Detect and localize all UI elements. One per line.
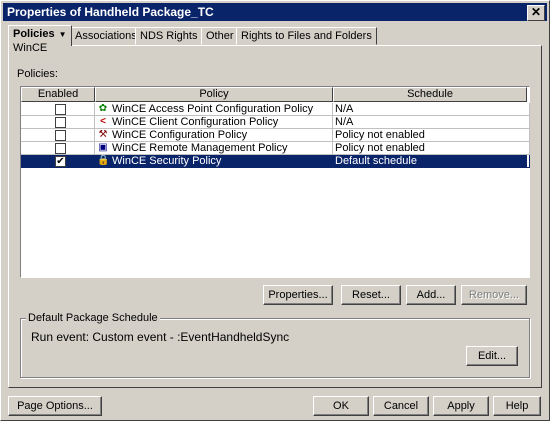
client-config-icon: <	[100, 116, 106, 127]
reset-button[interactable]: Reset...	[341, 285, 401, 305]
policy-cell: ▣ WinCE Remote Management Policy	[95, 142, 333, 155]
table-header: Enabled Policy Schedule	[21, 87, 527, 102]
tab-rights-files-folders[interactable]: Rights to Files and Folders	[236, 27, 377, 45]
enabled-checkbox[interactable]	[55, 143, 66, 154]
page-options-button[interactable]: Page Options...	[8, 396, 102, 416]
tab-rights-files-folders-label: Rights to Files and Folders	[241, 30, 372, 42]
tab-nds-rights-label: NDS Rights	[140, 30, 198, 42]
tab-associations-label: Associations	[75, 30, 137, 42]
policy-name: WinCE Access Point Configuration Policy	[112, 103, 314, 115]
schedule-cell: Policy not enabled	[333, 129, 530, 142]
policy-name: WinCE Configuration Policy	[112, 129, 248, 141]
enabled-checkbox[interactable]	[55, 130, 66, 141]
schedule-cell: Default schedule	[333, 155, 530, 168]
policy-name: WinCE Remote Management Policy	[112, 142, 288, 154]
enabled-cell	[21, 103, 95, 116]
chevron-down-icon: ▼	[58, 30, 67, 39]
enabled-checkbox-checked[interactable]: ✔	[55, 156, 66, 167]
header-schedule[interactable]: Schedule	[333, 87, 527, 102]
window-title: Properties of Handheld Package_TC	[7, 5, 214, 19]
add-button[interactable]: Add...	[406, 285, 456, 305]
tab-policies-label: Policies	[13, 28, 55, 40]
default-package-schedule-group: Default Package Schedule Run event: Cust…	[20, 312, 530, 378]
policy-cell: ⚒ WinCE Configuration Policy	[95, 129, 333, 142]
enabled-cell	[21, 142, 95, 155]
table-row-selected[interactable]: ✔ 🔒 WinCE Security Policy Default schedu…	[21, 155, 530, 168]
lock-icon: 🔒	[97, 155, 110, 166]
policy-cell: ✿ WinCE Access Point Configuration Polic…	[95, 103, 333, 116]
tab-other-label: Other	[206, 30, 234, 42]
table-row[interactable]: < WinCE Client Configuration Policy N/A	[21, 116, 530, 129]
schedule-cell: Policy not enabled	[333, 142, 530, 155]
enabled-checkbox[interactable]	[55, 117, 66, 128]
title-bar: Properties of Handheld Package_TC ✕	[3, 3, 547, 21]
edit-button[interactable]: Edit...	[466, 346, 518, 366]
enabled-cell	[21, 116, 95, 129]
policies-label: Policies:	[17, 68, 58, 80]
tab-associations[interactable]: Associations	[70, 27, 142, 45]
group-legend: Default Package Schedule	[26, 312, 160, 324]
cancel-button[interactable]: Cancel	[373, 396, 429, 416]
header-enabled[interactable]: Enabled	[21, 87, 95, 102]
enabled-cell	[21, 129, 95, 142]
access-point-icon: ✿	[98, 103, 108, 114]
properties-button[interactable]: Properties...	[263, 285, 333, 305]
policy-cell: < WinCE Client Configuration Policy	[95, 116, 333, 129]
config-policy-icon: ⚒	[98, 129, 108, 140]
ok-button[interactable]: OK	[313, 396, 369, 416]
schedule-cell: N/A	[333, 103, 530, 116]
header-policy[interactable]: Policy	[95, 87, 333, 102]
close-button[interactable]: ✕	[527, 5, 545, 21]
remove-button[interactable]: Remove...	[461, 285, 527, 305]
policies-table[interactable]: Enabled Policy Schedule ✿ WinCE Access P…	[20, 86, 530, 278]
schedule-cell: N/A	[333, 116, 530, 129]
apply-button[interactable]: Apply	[433, 396, 489, 416]
table-row[interactable]: ▣ WinCE Remote Management Policy Policy …	[21, 142, 530, 155]
enabled-checkbox[interactable]	[55, 104, 66, 115]
policy-cell: 🔒 WinCE Security Policy	[95, 155, 333, 168]
policy-name: WinCE Security Policy	[112, 155, 222, 167]
run-event-text: Run event: Custom event - :EventHandheld…	[31, 330, 290, 344]
remote-management-icon: ▣	[98, 142, 108, 153]
tab-other[interactable]: Other	[201, 27, 239, 45]
enabled-cell: ✔	[21, 155, 95, 168]
help-button[interactable]: Help	[493, 396, 541, 416]
policy-name: WinCE Client Configuration Policy	[112, 116, 279, 128]
subtab-wince[interactable]: WinCE	[13, 42, 47, 54]
table-row[interactable]: ✿ WinCE Access Point Configuration Polic…	[21, 103, 530, 116]
table-row[interactable]: ⚒ WinCE Configuration Policy Policy not …	[21, 129, 530, 142]
